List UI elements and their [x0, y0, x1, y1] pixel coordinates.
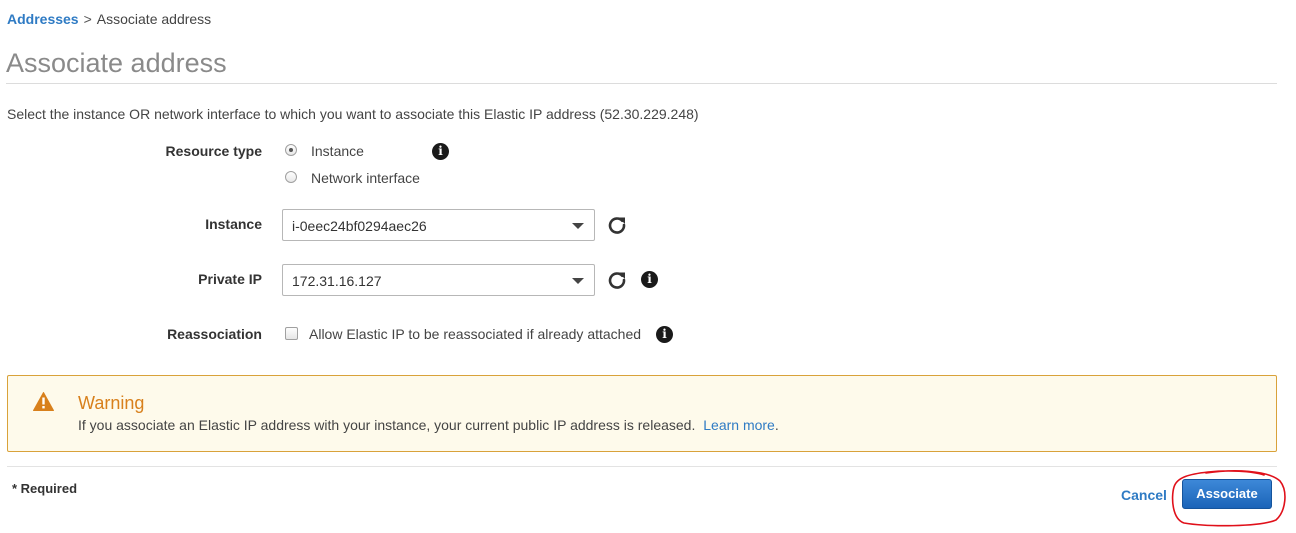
- warning-message: If you associate an Elastic IP address w…: [78, 417, 779, 433]
- resource-type-network-interface-radio[interactable]: [285, 171, 297, 183]
- instance-label: Instance: [205, 216, 262, 232]
- chevron-down-icon: [572, 223, 584, 229]
- red-circle-annotation: [1171, 470, 1286, 527]
- resource-type-info-icon[interactable]: i: [432, 143, 449, 160]
- learn-more-link[interactable]: Learn more: [703, 417, 775, 433]
- reassociation-info-icon[interactable]: i: [656, 326, 673, 343]
- reassociation-checkbox-label[interactable]: Allow Elastic IP to be reassociated if a…: [309, 326, 641, 342]
- warning-message-text: If you associate an Elastic IP address w…: [78, 417, 696, 433]
- instance-select-value: i-0eec24bf0294aec26: [292, 218, 427, 234]
- reassociation-checkbox[interactable]: [285, 327, 298, 340]
- breadcrumb-addresses-link[interactable]: Addresses: [7, 11, 79, 27]
- footer-divider: [7, 466, 1277, 467]
- reassociation-label: Reassociation: [167, 326, 262, 342]
- private-ip-select[interactable]: 172.31.16.127: [282, 264, 595, 296]
- resource-type-label: Resource type: [165, 143, 262, 159]
- private-ip-refresh-icon[interactable]: [607, 270, 627, 290]
- private-ip-info-icon[interactable]: i: [641, 271, 658, 288]
- breadcrumb-separator: >: [83, 11, 92, 27]
- warning-triangle-icon: [33, 392, 54, 411]
- resource-type-network-interface-label[interactable]: Network interface: [311, 170, 420, 186]
- instance-refresh-icon[interactable]: [607, 215, 627, 235]
- warning-trailing-period: .: [774, 417, 779, 433]
- instance-select[interactable]: i-0eec24bf0294aec26: [282, 209, 595, 241]
- breadcrumb: Addresses > Associate address: [7, 11, 211, 27]
- required-note: * Required: [12, 481, 78, 496]
- page-title: Associate address: [6, 48, 227, 78]
- private-ip-select-value: 172.31.16.127: [292, 273, 382, 289]
- breadcrumb-current: Associate address: [96, 11, 212, 27]
- warning-title: Warning: [78, 393, 145, 413]
- title-divider: [6, 83, 1277, 84]
- resource-type-instance-radio[interactable]: [285, 144, 297, 156]
- resource-type-instance-label[interactable]: Instance: [311, 143, 364, 159]
- chevron-down-icon: [572, 278, 584, 284]
- private-ip-label: Private IP: [198, 271, 262, 287]
- cancel-button[interactable]: Cancel: [1121, 487, 1167, 503]
- warning-alert: [7, 375, 1277, 452]
- page-description: Select the instance OR network interface…: [7, 106, 699, 122]
